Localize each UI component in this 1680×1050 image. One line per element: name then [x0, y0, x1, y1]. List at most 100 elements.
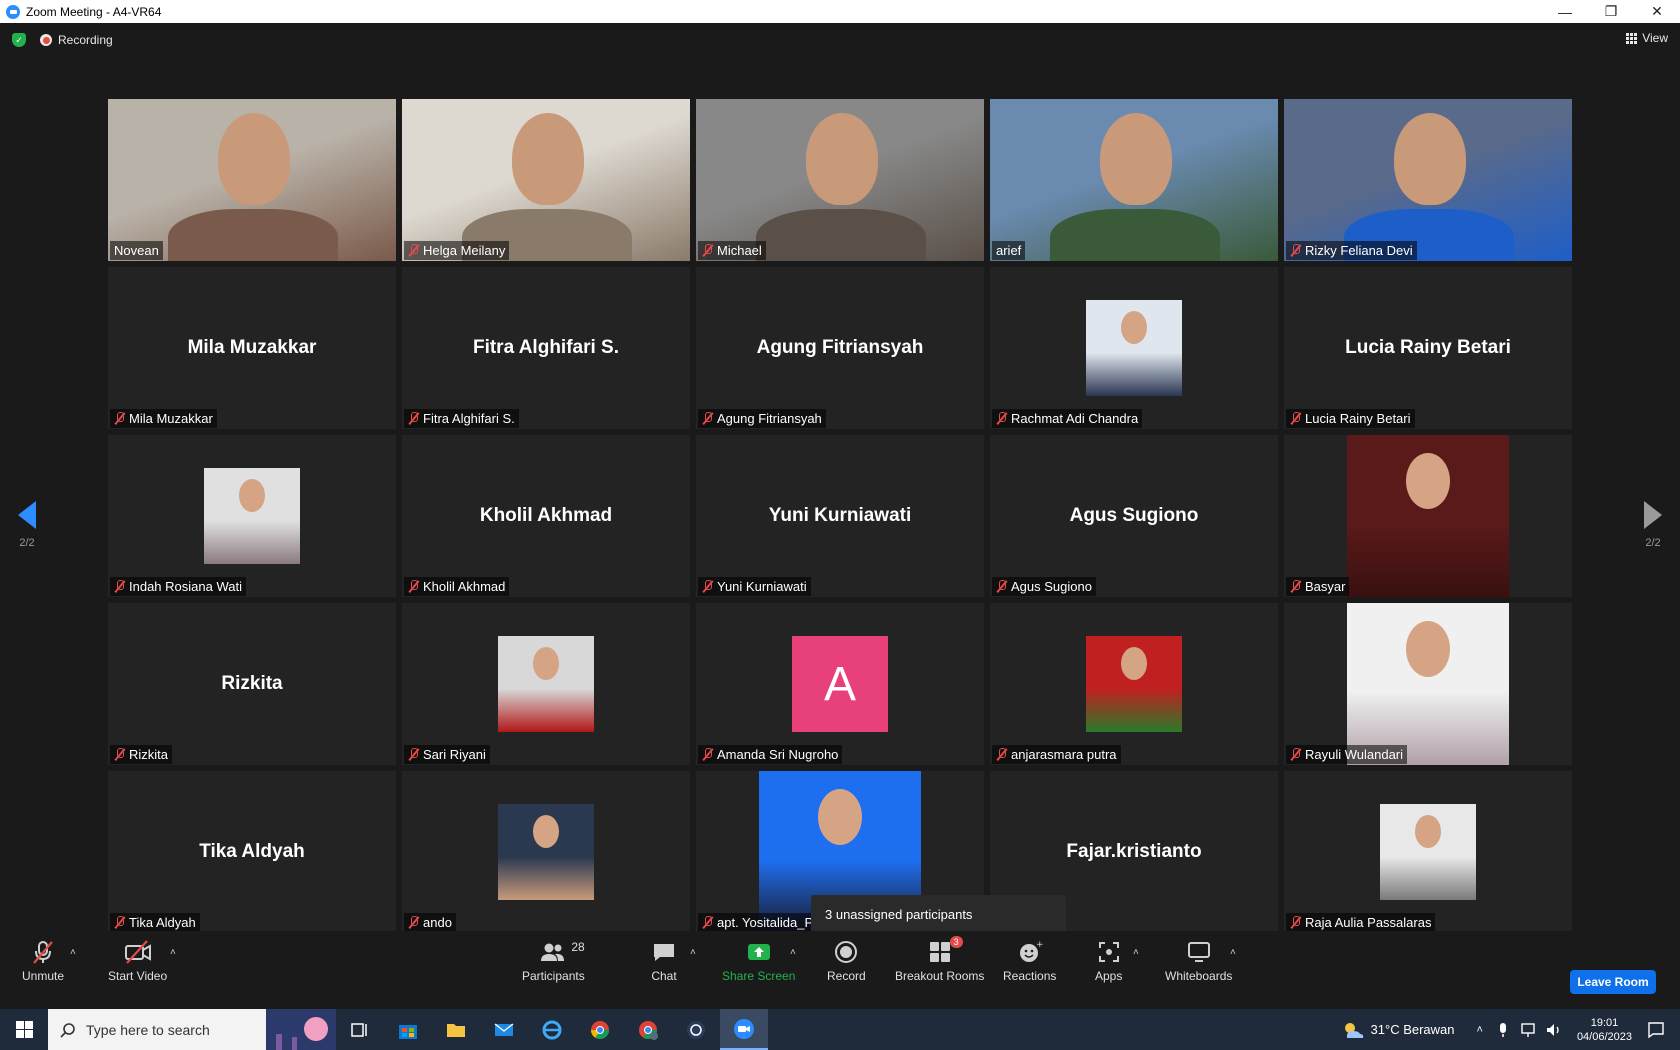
network-icon[interactable] — [1519, 1021, 1537, 1039]
close-button[interactable]: ✕ — [1634, 0, 1680, 23]
breakout-rooms-icon: 3 — [927, 936, 963, 965]
taskbar-search[interactable]: Type here to search — [48, 1009, 336, 1050]
participant-name: Basyar — [1305, 579, 1346, 594]
video-options-caret[interactable]: ˄ — [170, 939, 176, 969]
leave-room-button[interactable]: Leave Room — [1570, 970, 1656, 994]
start-video-label: Start Video — [108, 969, 168, 983]
participant-tile[interactable]: Kholil Akhmad Kholil Akhmad — [402, 435, 690, 597]
file-explorer-app[interactable] — [432, 1009, 480, 1050]
mail-app[interactable] — [480, 1009, 528, 1050]
reactions-icon: + — [1017, 939, 1043, 965]
participant-name-label: Indah Rosiana Wati — [110, 577, 246, 596]
participant-tile[interactable]: Helga Meilany — [402, 99, 690, 261]
zoom-app-icon — [734, 1018, 754, 1039]
profile-picture — [204, 468, 300, 564]
apps-button[interactable]: Apps — [1095, 939, 1122, 983]
restore-button[interactable]: ❐ — [1588, 0, 1634, 23]
participant-name-label: Raja Aulia Passalaras — [1286, 913, 1436, 932]
participant-name: apt. Yositalida_P — [717, 915, 814, 930]
participant-display-name: Mila Muzakkar — [187, 337, 317, 358]
participant-tile[interactable]: Agung Fitriansyah Agung Fitriansyah — [696, 267, 984, 429]
zoom-app[interactable] — [720, 1009, 768, 1050]
participant-name: anjarasmara putra — [1011, 747, 1117, 762]
participant-tile[interactable]: Raja Aulia Passalaras — [1284, 771, 1572, 933]
share-options-caret[interactable]: ˄ — [790, 939, 796, 969]
chrome-profile-app[interactable] — [624, 1009, 672, 1050]
participant-tile[interactable]: Rachmat Adi Chandra — [990, 267, 1278, 429]
participant-tile[interactable]: Rizky Feliana Devi — [1284, 99, 1572, 261]
mic-muted-icon — [1290, 580, 1301, 593]
unmute-button[interactable]: Unmute — [22, 939, 64, 983]
start-video-button[interactable]: Start Video — [108, 939, 167, 983]
recording-indicator[interactable]: Recording — [40, 33, 113, 47]
chevron-up-icon[interactable]: ˄ — [1477, 1024, 1483, 1036]
camera-app[interactable] — [672, 1009, 720, 1050]
participant-name: Novean — [114, 243, 159, 258]
reactions-button[interactable]: + Reactions — [1003, 939, 1056, 983]
next-page-button[interactable]: 2/2 — [1644, 501, 1662, 549]
shield-icon[interactable]: ✓ — [12, 33, 26, 47]
participant-body — [168, 209, 338, 261]
profile-face — [1120, 646, 1148, 681]
notification-icon[interactable] — [1646, 1020, 1666, 1040]
participant-name: Rizkita — [129, 747, 169, 762]
whiteboards-options-caret[interactable]: ˄ — [1230, 939, 1236, 969]
participant-tile[interactable]: Tika Aldyah Tika Aldyah — [108, 771, 396, 933]
participant-tile[interactable]: Mila Muzakkar Mila Muzakkar — [108, 267, 396, 429]
caret-up-icon: ˄ — [790, 946, 796, 958]
participant-name: Rachmat Adi Chandra — [1011, 411, 1139, 426]
apps-options-caret[interactable]: ˄ — [1133, 939, 1139, 969]
edge-app[interactable] — [528, 1009, 576, 1050]
audio-options-caret[interactable]: ˄ — [70, 939, 76, 969]
participant-tile[interactable]: Novean — [108, 99, 396, 261]
zoom-logo-icon — [6, 4, 20, 19]
view-button[interactable]: View — [1626, 31, 1668, 45]
participant-tile[interactable]: A Amanda Sri Nugroho — [696, 603, 984, 765]
chat-button[interactable]: Chat — [651, 939, 677, 983]
participant-tile[interactable]: Agus Sugiono Agus Sugiono — [990, 435, 1278, 597]
participant-tile[interactable]: Yuni Kurniawati Yuni Kurniawati — [696, 435, 984, 597]
participant-name-label: Mila Muzakkar — [110, 409, 217, 428]
participant-name-label: Tika Aldyah — [110, 913, 200, 932]
page-indicator-left: 2/2 — [19, 537, 35, 549]
mic-muted-icon — [408, 916, 419, 929]
participant-tile[interactable]: Rizkita Rizkita — [108, 603, 396, 765]
participant-tile[interactable]: Basyar — [1284, 435, 1572, 597]
participant-tile[interactable]: Fitra Alghifari S. Fitra Alghifari S. — [402, 267, 690, 429]
svg-text:+: + — [1036, 940, 1043, 950]
mic-muted-icon — [408, 412, 419, 425]
mic-muted-icon — [1290, 916, 1301, 929]
microphone-icon[interactable] — [1495, 1021, 1511, 1039]
start-button[interactable] — [0, 1009, 48, 1050]
participant-tile[interactable]: anjarasmara putra — [990, 603, 1278, 765]
participant-tile[interactable]: arief — [990, 99, 1278, 261]
mic-muted-icon — [702, 244, 713, 257]
participant-name: arief — [996, 243, 1022, 258]
participant-tile[interactable]: Lucia Rainy Betari Lucia Rainy Betari — [1284, 267, 1572, 429]
chat-options-caret[interactable]: ˄ — [690, 939, 696, 969]
record-button[interactable]: Record — [827, 939, 866, 983]
participant-tile[interactable]: Sari Riyani — [402, 603, 690, 765]
profile-picture — [1086, 300, 1182, 396]
avatar-letter: A — [823, 657, 856, 711]
breakout-rooms-button[interactable]: 3 Breakout Rooms — [895, 936, 984, 983]
volume-icon[interactable] — [1545, 1021, 1563, 1039]
participant-video — [402, 99, 690, 261]
participant-face — [1394, 113, 1466, 205]
participant-tile[interactable]: Michael — [696, 99, 984, 261]
camera-icon — [687, 1020, 705, 1039]
participant-tile[interactable]: ando — [402, 771, 690, 933]
whiteboards-button[interactable]: Whiteboards — [1165, 939, 1232, 983]
share-screen-button[interactable]: Share Screen — [722, 939, 795, 983]
weather-text[interactable]: 31°C Berawan — [1371, 1022, 1455, 1037]
store-app[interactable] — [384, 1009, 432, 1050]
clock[interactable]: 19:01 04/06/2023 — [1577, 1016, 1632, 1044]
previous-page-button[interactable]: 2/2 — [18, 501, 36, 549]
participants-button[interactable]: 28 Participants — [522, 939, 585, 983]
chrome-app[interactable] — [576, 1009, 624, 1050]
minimize-button[interactable]: — — [1542, 0, 1588, 23]
participant-tile[interactable]: Rayuli Wulandari — [1284, 603, 1572, 765]
participant-tile[interactable]: Indah Rosiana Wati — [108, 435, 396, 597]
internet-explorer-icon — [542, 1020, 562, 1039]
task-view-button[interactable] — [336, 1009, 384, 1050]
